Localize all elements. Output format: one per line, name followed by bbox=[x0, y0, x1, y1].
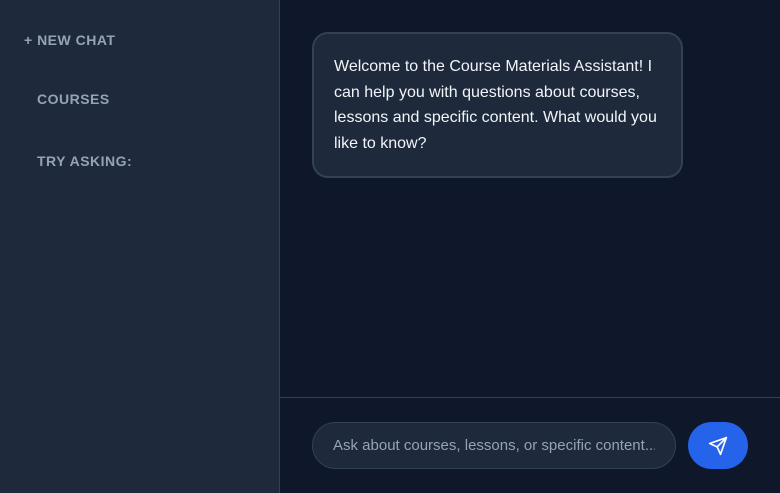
courses-label: COURSES bbox=[37, 91, 110, 107]
try-asking-section-toggle[interactable]: TRY ASKING: bbox=[24, 153, 255, 169]
assistant-message-text: Welcome to the Course Materials Assistan… bbox=[334, 58, 657, 152]
sidebar: + NEW CHAT COURSES TRY ASKING: bbox=[0, 0, 280, 493]
new-chat-button[interactable]: + NEW CHAT bbox=[24, 32, 255, 48]
chat-input[interactable] bbox=[312, 422, 676, 469]
chat-messages: Welcome to the Course Materials Assistan… bbox=[280, 0, 780, 397]
chat-main: Welcome to the Course Materials Assistan… bbox=[280, 0, 780, 493]
send-icon bbox=[708, 436, 728, 455]
courses-section-toggle[interactable]: COURSES bbox=[24, 91, 255, 107]
try-asking-label: TRY ASKING: bbox=[37, 153, 133, 169]
assistant-message: Welcome to the Course Materials Assistan… bbox=[312, 32, 683, 178]
composer bbox=[280, 397, 780, 493]
app-window: + NEW CHAT COURSES TRY ASKING: Welcome t… bbox=[0, 0, 780, 493]
new-chat-label: + NEW CHAT bbox=[24, 32, 116, 48]
send-button[interactable] bbox=[688, 422, 748, 469]
